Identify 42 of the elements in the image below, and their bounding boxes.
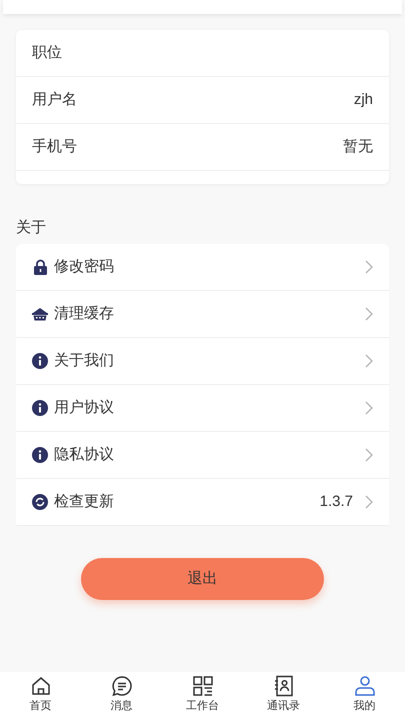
- chevron-right-icon: [365, 401, 373, 415]
- field-value: 暂无: [343, 136, 373, 157]
- chevron-right-icon: [365, 495, 373, 509]
- menu-item-label: 检查更新: [54, 492, 115, 512]
- field-label: 职位: [32, 42, 62, 63]
- info-icon: [32, 353, 48, 369]
- menu-item-label: 清理缓存: [54, 304, 115, 324]
- version-text: 1.3.7: [320, 492, 353, 512]
- menu-item[interactable]: 检查更新 1.3.7: [16, 479, 389, 526]
- menu-item[interactable]: 关于我们: [16, 338, 389, 385]
- chevron-right-icon: [365, 307, 373, 321]
- contact-book-icon: [272, 675, 294, 697]
- tab[interactable]: 工作台: [162, 672, 243, 720]
- field-label: 用户名: [32, 90, 77, 110]
- tab[interactable]: 我的: [324, 672, 405, 720]
- user-icon: [354, 675, 376, 697]
- menu-item-label: 用户协议: [54, 398, 115, 418]
- menu-item[interactable]: 隐私协议: [16, 432, 389, 479]
- home-icon: [30, 675, 52, 697]
- field-label: 手机号: [32, 136, 77, 157]
- chat-icon: [110, 675, 132, 697]
- grid-icon: [192, 675, 214, 697]
- refresh-icon: [32, 494, 48, 510]
- lock-icon: [32, 259, 48, 275]
- menu-item[interactable]: 用户协议: [16, 385, 389, 432]
- menu-item-label: 隐私协议: [54, 444, 115, 465]
- tab[interactable]: 消息: [81, 672, 162, 720]
- info-icon: [32, 447, 48, 463]
- menu-item[interactable]: 修改密码: [16, 244, 389, 291]
- logout-button[interactable]: 退出: [81, 558, 324, 600]
- tab[interactable]: 首页: [0, 672, 81, 720]
- tab[interactable]: 通讯录: [243, 672, 324, 720]
- section-title: 关于: [16, 218, 47, 238]
- chevron-right-icon: [365, 354, 373, 368]
- menu-item-label: 关于我们: [54, 350, 115, 371]
- chevron-right-icon: [365, 448, 373, 462]
- menu-item-label: 修改密码: [54, 256, 115, 277]
- info-icon: [32, 400, 48, 416]
- menu-item[interactable]: 清理缓存: [16, 291, 389, 338]
- chevron-right-icon: [365, 260, 373, 274]
- basket-icon: [32, 307, 48, 321]
- field-value: zjh: [354, 90, 373, 110]
